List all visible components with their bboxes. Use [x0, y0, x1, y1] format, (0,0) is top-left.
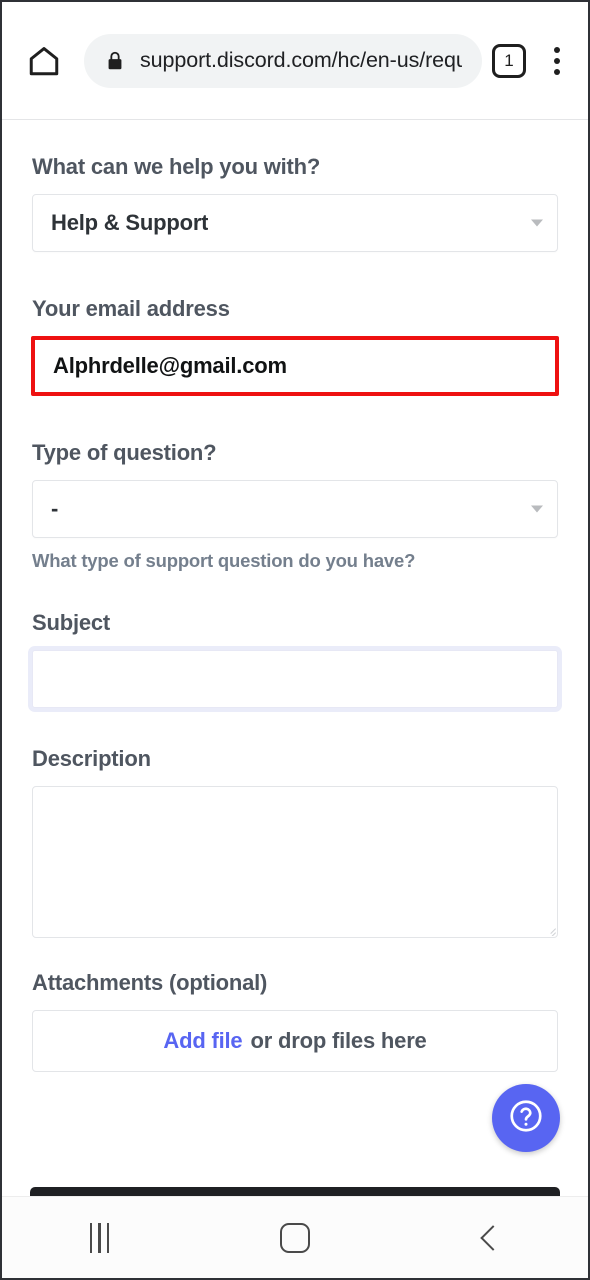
back-chevron-icon [480, 1224, 507, 1251]
url-text: support.discord.com/hc/en-us/reques [140, 48, 462, 72]
help-topic-label: What can we help you with? [32, 154, 321, 179]
home-icon[interactable] [18, 35, 70, 87]
phone-screen: support.discord.com/hc/en-us/reques 1 Wh… [0, 0, 590, 1280]
field-attachments: Attachments (optional) Add file or drop … [32, 970, 558, 1072]
home-square-icon [279, 1222, 310, 1253]
address-bar[interactable]: support.discord.com/hc/en-us/reques [84, 33, 482, 88]
attachments-label: Attachments (optional) [32, 970, 268, 995]
bar [98, 1222, 101, 1253]
android-navigation-bar [2, 1196, 588, 1278]
dot [554, 57, 560, 64]
page-bottom-edge-bar [30, 1187, 560, 1196]
nav-home-button[interactable] [197, 1197, 392, 1278]
attachment-dropzone[interactable]: Add file or drop files here [32, 1010, 558, 1072]
help-floating-button[interactable] [492, 1084, 560, 1152]
subject-label: Subject [32, 610, 111, 635]
bar [106, 1222, 110, 1253]
tab-count-label: 1 [504, 50, 514, 70]
chevron-down-icon [531, 219, 543, 227]
subject-input[interactable] [32, 650, 558, 708]
help-topic-select[interactable]: Help & Support [32, 194, 558, 252]
question-type-label: Type of question? [32, 440, 217, 465]
browser-toolbar: support.discord.com/hc/en-us/reques 1 [2, 2, 588, 120]
dot [554, 68, 560, 75]
bar [89, 1222, 93, 1253]
description-textarea[interactable] [32, 786, 558, 938]
field-question-type: Type of question? - What type of support… [32, 440, 558, 572]
drop-files-hint: or drop files here [250, 1028, 427, 1053]
field-help-topic: What can we help you with? Help & Suppor… [32, 154, 558, 252]
description-label: Description [32, 746, 151, 771]
question-mark-circle-icon [507, 1097, 545, 1140]
dot [554, 46, 560, 53]
nav-back-button[interactable] [393, 1197, 588, 1278]
field-description: Description [32, 746, 558, 938]
question-type-hint: What type of support question do you hav… [32, 550, 416, 571]
field-subject: Subject [32, 610, 558, 708]
help-topic-value: Help & Support [51, 210, 209, 235]
recents-icon [89, 1222, 110, 1253]
add-file-button[interactable]: Add file [163, 1028, 242, 1054]
lock-icon [104, 50, 126, 72]
tab-counter-button[interactable]: 1 [492, 43, 526, 78]
chevron-down-icon [531, 505, 543, 513]
nav-recents-button[interactable] [2, 1197, 197, 1278]
field-email: Your email address Alphrdelle@gmail.com [31, 296, 559, 396]
email-field[interactable]: Alphrdelle@gmail.com [31, 336, 559, 396]
question-type-value: - [51, 496, 59, 521]
resize-handle-icon[interactable] [542, 922, 556, 936]
question-type-select[interactable]: - [32, 480, 558, 538]
email-label: Your email address [32, 296, 230, 321]
three-dots-vertical-icon[interactable] [540, 39, 574, 83]
email-value: Alphrdelle@gmail.com [53, 353, 287, 378]
support-request-form: What can we help you with? Help & Suppor… [2, 120, 588, 1200]
